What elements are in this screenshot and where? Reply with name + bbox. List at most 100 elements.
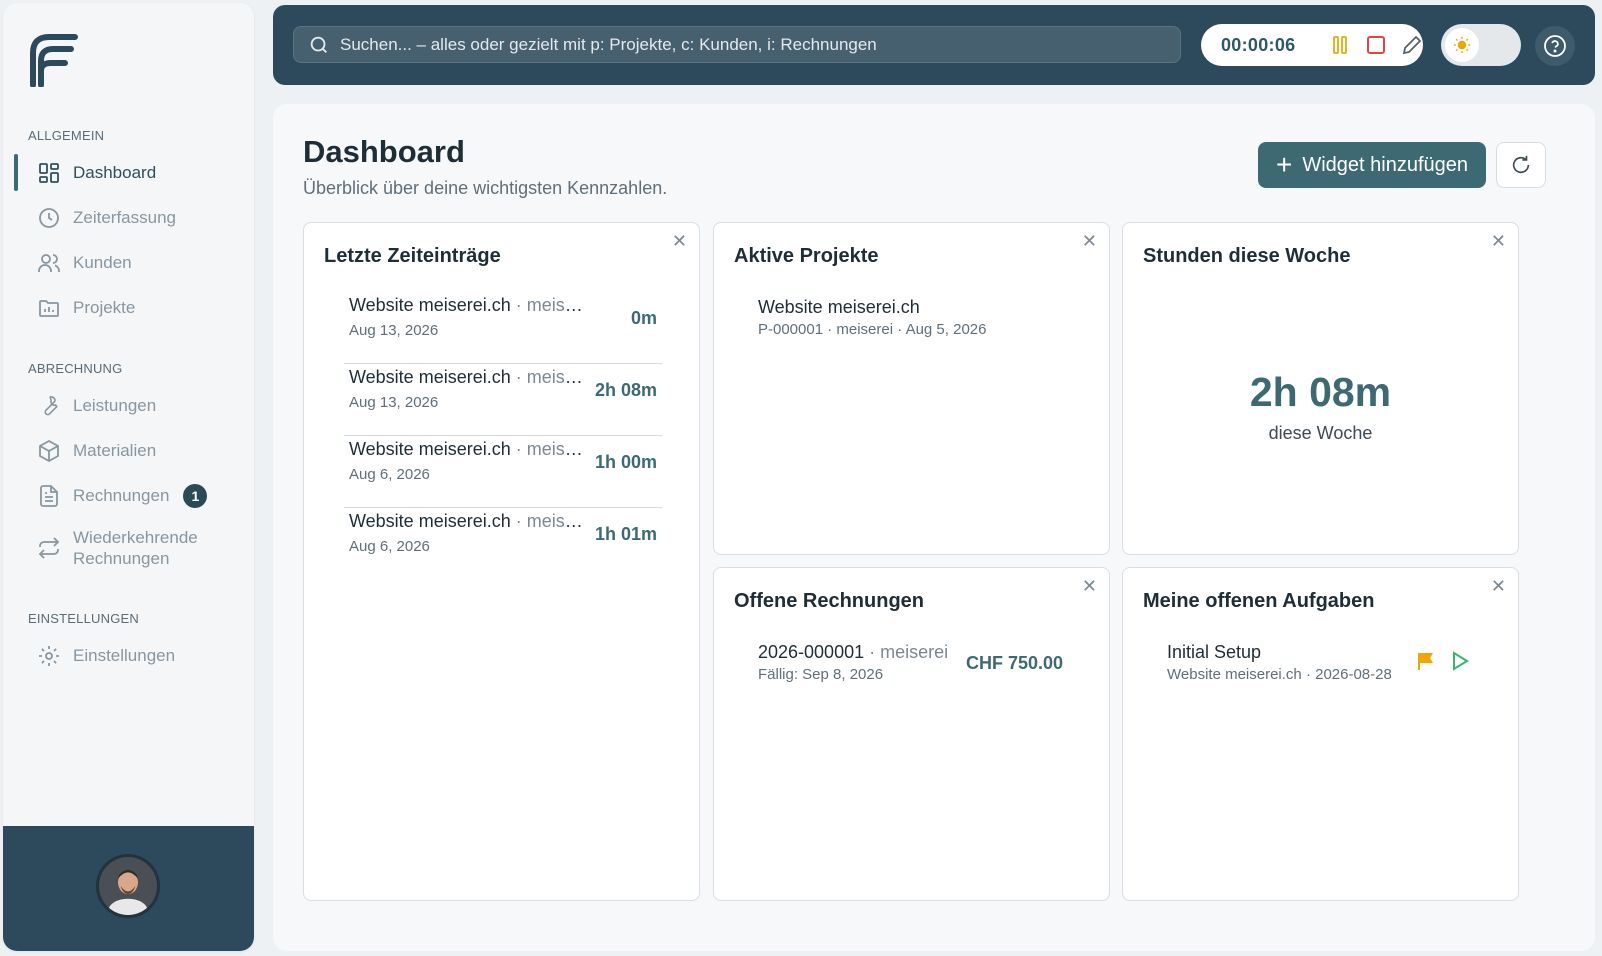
stop-button[interactable] xyxy=(1365,34,1387,56)
nav-heading: EINSTELLUNGEN xyxy=(28,611,139,626)
pause-icon xyxy=(1333,36,1347,54)
pencil-icon xyxy=(1402,35,1422,55)
sidebar-item-label: Dashboard xyxy=(73,162,157,182)
invoice-due-date: Fällig: Sep 8, 2026 xyxy=(758,666,884,683)
page-title: Dashboard xyxy=(303,134,465,169)
task-name[interactable]: Initial Setup xyxy=(1167,642,1261,663)
sidebar: ALLGEMEIN Dashboard Zeiterfassung Kunden… xyxy=(3,3,254,951)
search-input[interactable] xyxy=(340,34,1180,55)
close-widget-button[interactable]: ✕ xyxy=(1082,576,1097,597)
clock-icon xyxy=(37,206,61,230)
users-icon xyxy=(37,251,61,275)
sidebar-item-einstellungen[interactable]: Einstellungen xyxy=(3,633,254,678)
project-meta: P-000001 · meiserei · Aug 5, 2026 xyxy=(758,321,987,338)
sidebar-item-label: Zeiterfassung xyxy=(73,207,176,227)
sidebar-item-label: Rechnungen xyxy=(73,485,170,505)
sidebar-item-dashboard[interactable]: Dashboard xyxy=(3,150,254,195)
nav-heading: ALLGEMEIN xyxy=(28,128,105,143)
main-content: Dashboard Überblick über deine wichtigst… xyxy=(273,104,1595,951)
start-task-timer-button[interactable] xyxy=(1448,650,1470,672)
invoice-number[interactable]: 2026-000001 · meiserei xyxy=(758,642,948,663)
user-panel xyxy=(3,826,254,951)
page-subtitle: Überblick über deine wichtigsten Kennzah… xyxy=(303,178,668,198)
widget-title: Letzte Zeiteinträge xyxy=(324,245,501,267)
play-icon xyxy=(1453,651,1469,671)
sidebar-item-materialien[interactable]: Materialien xyxy=(3,428,254,473)
refresh-button[interactable] xyxy=(1496,142,1546,188)
add-widget-label: Widget hinzufügen xyxy=(1302,153,1469,176)
entry-duration: 0m xyxy=(630,308,657,328)
close-widget-button[interactable]: ✕ xyxy=(672,231,687,252)
hours-label: diese Woche xyxy=(1268,423,1373,443)
close-widget-button[interactable]: ✕ xyxy=(1082,231,1097,252)
help-icon xyxy=(1544,35,1566,57)
avatar[interactable] xyxy=(96,854,160,918)
sun-icon xyxy=(1453,36,1471,54)
nav-section-abrechnung: ABRECHNUNG Leistungen Materialien Rechnu… xyxy=(3,359,254,578)
list-item[interactable]: Website meiserei.ch · meiserei Aug 6, 20… xyxy=(344,509,662,580)
sidebar-item-projekte[interactable]: Projekte xyxy=(3,285,254,330)
package-icon xyxy=(37,439,61,463)
widget-open-invoices: Offene Rechnungen ✕ 2026-000001 · meiser… xyxy=(713,567,1110,901)
sidebar-item-leistungen[interactable]: Leistungen xyxy=(3,383,254,428)
app-logo[interactable] xyxy=(29,31,79,88)
sidebar-item-zeiterfassung[interactable]: Zeiterfassung xyxy=(3,195,254,240)
time-tracker: 00:00:06 xyxy=(1201,24,1423,66)
task-meta: Website meiserei.ch · 2026-08-28 xyxy=(1167,666,1392,683)
sidebar-item-label: Wiederkehrende Rechnungen xyxy=(73,528,198,568)
pause-button[interactable] xyxy=(1329,34,1351,56)
widget-hours-week: Stunden diese Woche ✕ 2h 08m diese Woche xyxy=(1122,222,1519,555)
refresh-icon xyxy=(1512,155,1530,174)
task-priority-button[interactable] xyxy=(1415,650,1437,672)
top-bar: 00:00:06 xyxy=(273,5,1595,85)
theme-toggle[interactable] xyxy=(1441,24,1521,66)
sidebar-item-label: Leistungen xyxy=(73,395,157,415)
widget-title: Stunden diese Woche xyxy=(1143,245,1351,267)
sidebar-item-label: Materialien xyxy=(73,440,157,460)
flag-icon xyxy=(1418,653,1433,670)
nav-heading: ABRECHNUNG xyxy=(28,361,123,376)
invoice-amount: CHF 750.00 xyxy=(966,653,1064,673)
wrench-icon xyxy=(37,394,61,418)
hours-value: 2h 08m xyxy=(1249,369,1392,415)
close-widget-button[interactable]: ✕ xyxy=(1491,576,1506,597)
sidebar-item-label: Einstellungen xyxy=(73,645,176,665)
document-icon xyxy=(37,484,61,508)
entry-title: Website meiserei.ch · meiserei xyxy=(349,295,584,315)
list-item[interactable]: Website meiserei.ch · meiserei Aug 13, 2… xyxy=(344,365,662,436)
help-button[interactable] xyxy=(1535,26,1575,66)
search-icon xyxy=(310,36,327,53)
edit-timer-button[interactable] xyxy=(1401,34,1423,56)
entry-title: Website meiserei.ch · meiserei xyxy=(349,439,584,459)
list-item[interactable]: Website meiserei.ch · meiserei Aug 13, 2… xyxy=(344,293,662,364)
folder-chart-icon xyxy=(37,296,61,320)
widget-title: Offene Rechnungen xyxy=(734,590,925,612)
close-widget-button[interactable]: ✕ xyxy=(1491,231,1506,252)
entry-date: Aug 6, 2026 xyxy=(349,466,430,483)
project-name[interactable]: Website meiserei.ch xyxy=(758,297,920,318)
sidebar-item-kunden[interactable]: Kunden xyxy=(3,240,254,285)
sidebar-item-wiederkehrende-rechnungen[interactable]: Wiederkehrende Rechnungen xyxy=(3,518,254,578)
add-widget-button[interactable]: + Widget hinzufügen xyxy=(1258,142,1486,188)
sidebar-item-label: Kunden xyxy=(73,252,132,272)
widget-active-projects: Aktive Projekte ✕ Website meiserei.ch P-… xyxy=(713,222,1110,555)
widget-title: Aktive Projekte xyxy=(734,245,879,267)
entry-title: Website meiserei.ch · meiserei xyxy=(349,511,584,531)
nav-section-allgemein: ALLGEMEIN Dashboard Zeiterfassung Kunden… xyxy=(3,126,254,330)
gear-icon xyxy=(37,644,61,668)
list-item[interactable]: Website meiserei.ch · meiserei Aug 6, 20… xyxy=(344,437,662,508)
search-bar[interactable] xyxy=(293,26,1181,63)
entry-date: Aug 13, 2026 xyxy=(349,322,439,339)
entry-duration: 1h 00m xyxy=(594,452,657,472)
dashboard-grid-icon xyxy=(37,161,61,185)
entry-date: Aug 13, 2026 xyxy=(349,394,439,411)
invoice-count-badge: 1 xyxy=(183,483,208,508)
repeat-icon xyxy=(37,536,61,560)
widget-time-entries: Letzte Zeiteinträge ✕ Website meiserei.c… xyxy=(303,222,700,901)
sidebar-item-rechnungen[interactable]: Rechnungen 1 xyxy=(3,473,254,518)
entry-date: Aug 6, 2026 xyxy=(349,538,430,555)
stop-icon xyxy=(1367,36,1385,54)
plus-icon: + xyxy=(1275,149,1293,180)
nav-section-einstellungen: EINSTELLUNGEN Einstellungen xyxy=(3,609,254,678)
widget-title: Meine offenen Aufgaben xyxy=(1143,590,1375,612)
